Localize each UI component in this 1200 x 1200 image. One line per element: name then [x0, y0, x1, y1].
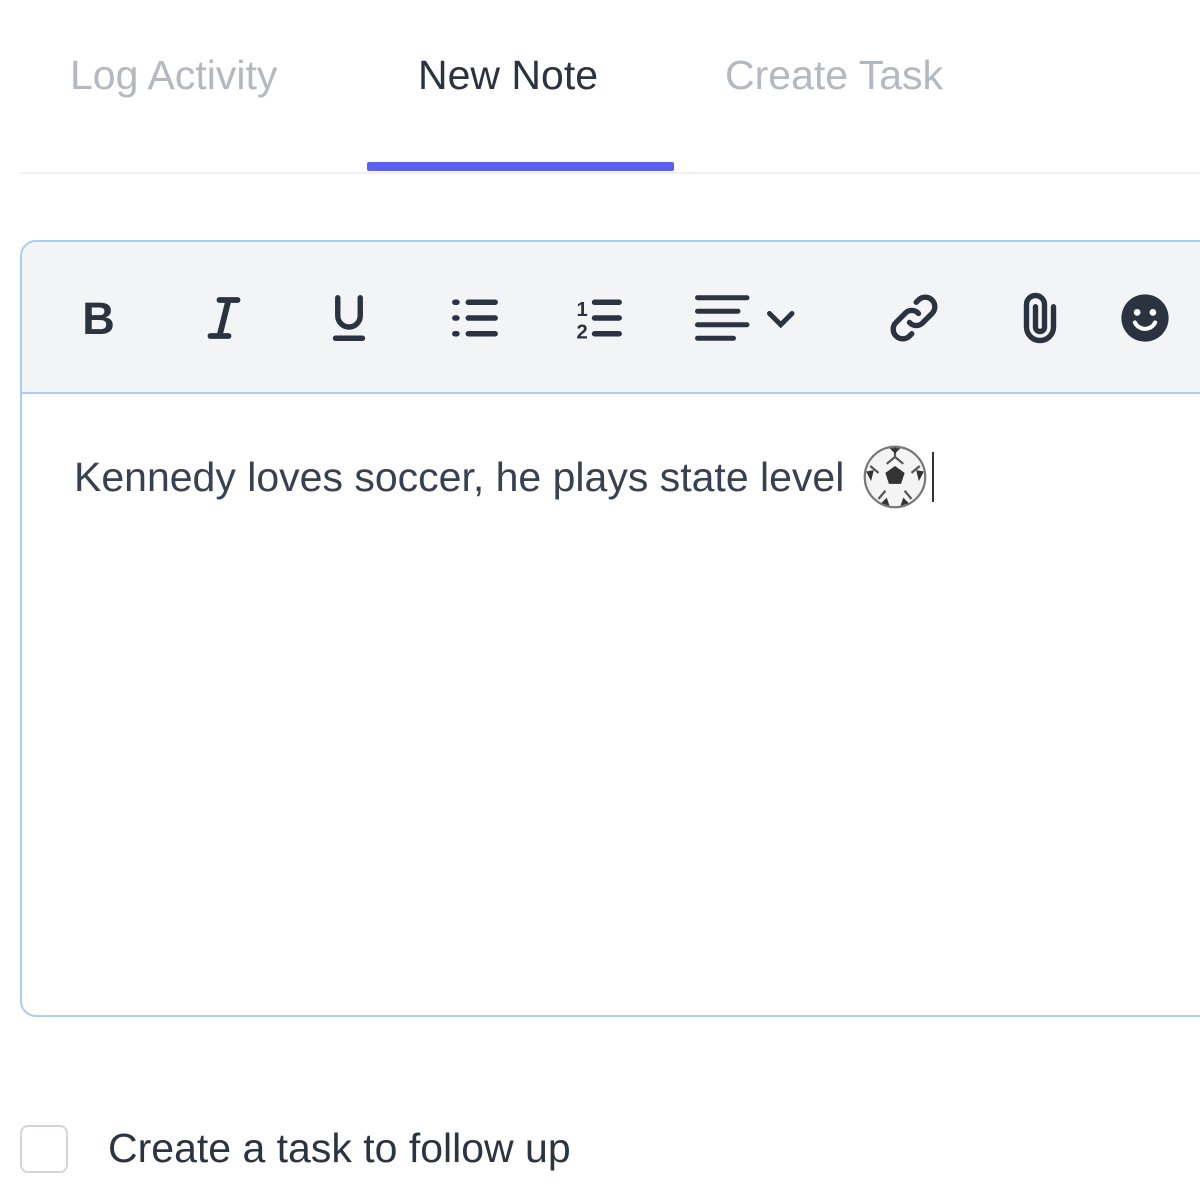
note-text: Kennedy loves soccer, he plays state lev… [74, 453, 845, 500]
numbered-list-icon: 12 [577, 299, 622, 343]
soccer-ball-icon [863, 445, 927, 509]
follow-up-checkbox[interactable] [20, 1125, 68, 1173]
align-dropdown[interactable] [687, 288, 807, 348]
note-text-area[interactable]: Kennedy loves soccer, he plays state lev… [22, 394, 1200, 1015]
tab-new-note[interactable]: New Note [418, 52, 598, 99]
link-button[interactable] [884, 288, 944, 348]
text-caret [932, 452, 935, 502]
active-tab-indicator [367, 162, 674, 171]
tab-create-task[interactable]: Create Task [725, 52, 943, 99]
paperclip-icon [1023, 292, 1057, 344]
numbered-list-button[interactable]: 12 [569, 288, 629, 348]
svg-text:1: 1 [577, 299, 588, 321]
follow-up-label[interactable]: Create a task to follow up [108, 1125, 571, 1172]
align-left-icon [695, 295, 795, 341]
attach-button[interactable] [1010, 288, 1070, 348]
emoji-icon [1121, 294, 1169, 342]
italic-icon [207, 297, 241, 339]
underline-icon [332, 295, 366, 341]
link-icon [890, 294, 938, 342]
svg-text:2: 2 [577, 321, 588, 343]
bold-icon: B [82, 293, 115, 344]
bold-button[interactable]: B [68, 288, 128, 348]
bullet-list-button[interactable] [445, 288, 505, 348]
underline-button[interactable] [319, 288, 379, 348]
bullet-list-icon [452, 299, 498, 337]
note-editor: B 12 Kennedy loves soccer, he plays stat… [20, 240, 1200, 1017]
emoji-button[interactable] [1115, 288, 1175, 348]
tab-log-activity[interactable]: Log Activity [70, 52, 277, 99]
formatting-toolbar: B 12 [22, 242, 1200, 394]
italic-button[interactable] [194, 288, 254, 348]
tab-bar: Log Activity New Note Create Task [20, 0, 1200, 174]
svg-text:B: B [82, 293, 115, 344]
